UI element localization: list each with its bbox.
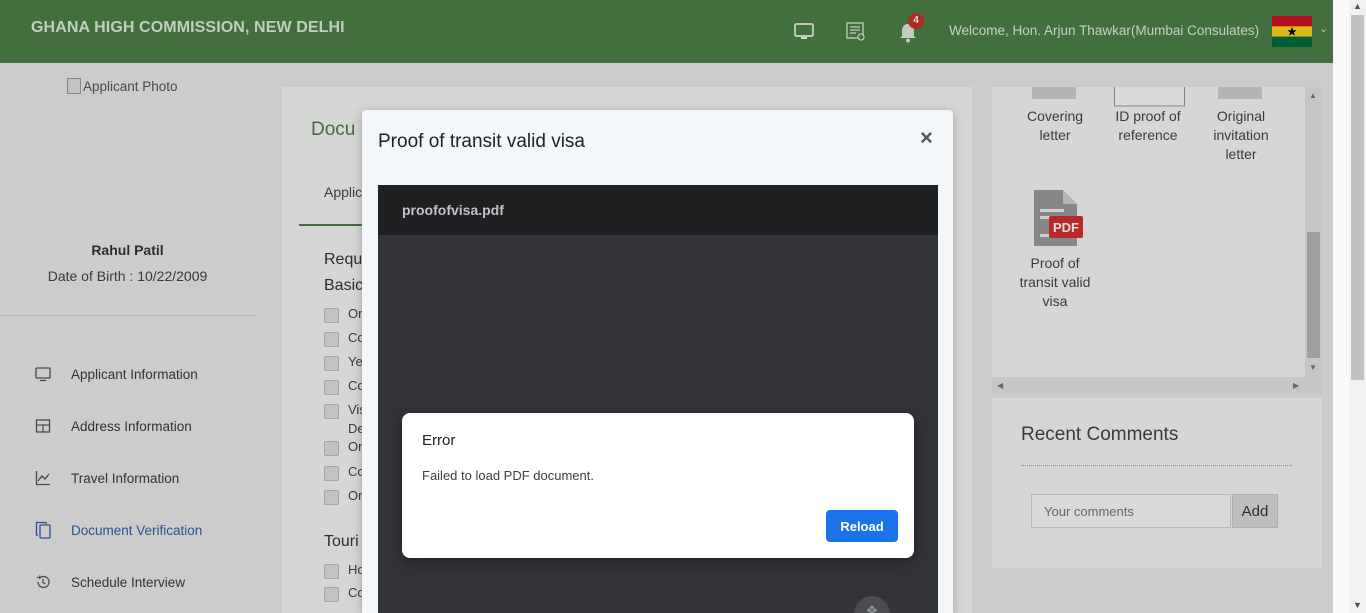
error-message: Failed to load PDF document. bbox=[422, 468, 594, 483]
scroll-up-arrow-icon[interactable]: ▲ bbox=[1353, 1, 1362, 11]
page-gutter bbox=[1333, 0, 1349, 613]
reload-button[interactable]: Reload bbox=[826, 510, 898, 542]
pdf-viewer-toolbar: proofofvisa.pdf bbox=[378, 185, 938, 235]
close-icon[interactable]: × bbox=[920, 127, 933, 149]
modal-title: Proof of transit valid visa bbox=[378, 131, 585, 152]
error-title: Error bbox=[422, 432, 456, 449]
pdf-file-name: proofofvisa.pdf bbox=[402, 202, 504, 218]
pdf-error-dialog: Error Failed to load PDF document. Reloa… bbox=[402, 413, 914, 558]
page-scroll-thumb[interactable] bbox=[1351, 15, 1364, 380]
fit-page-icon[interactable]: ✥ bbox=[854, 596, 890, 613]
scroll-down-arrow-icon[interactable]: ▼ bbox=[1353, 600, 1362, 610]
